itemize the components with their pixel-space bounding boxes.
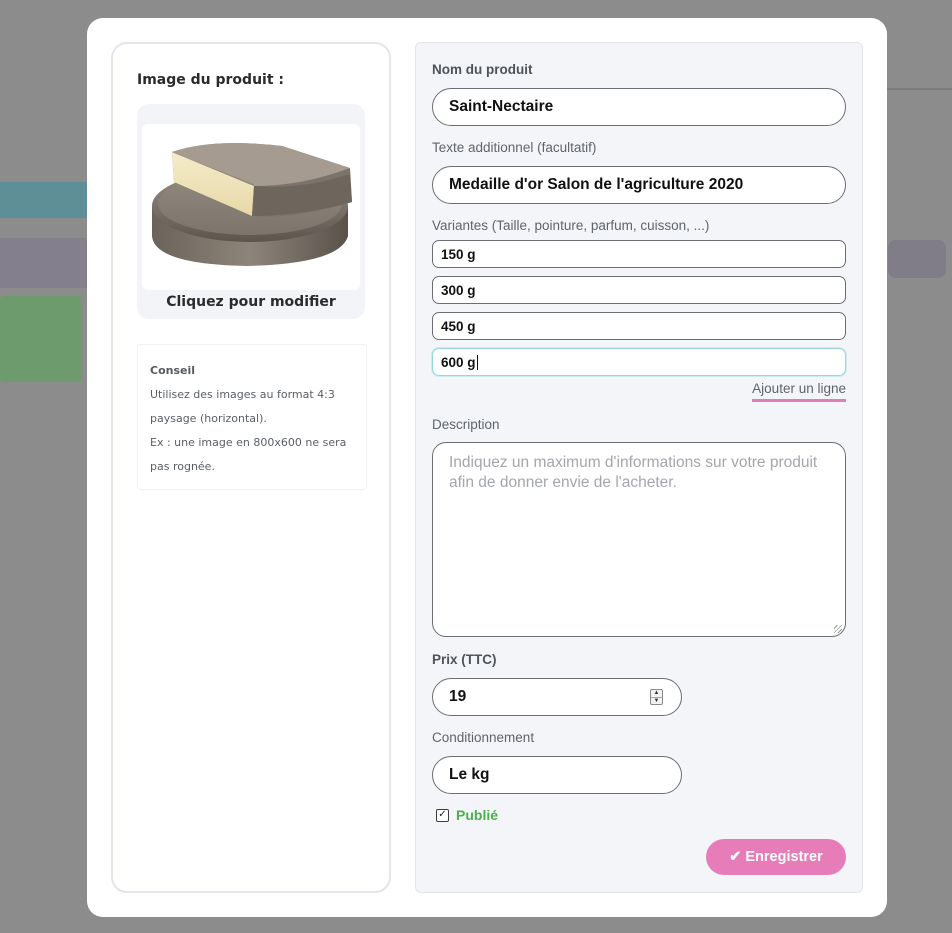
published-label[interactable]: Publié	[456, 807, 498, 823]
variants-label: Variantes (Taille, pointure, parfum, cui…	[432, 218, 710, 233]
backdrop-green-card	[0, 296, 82, 382]
add-variant-line-link[interactable]: Ajouter un ligne	[752, 381, 846, 402]
backdrop-purple-strip	[0, 238, 88, 288]
price-input[interactable]: 19 ▲ ▼	[432, 678, 682, 716]
resize-grip-icon[interactable]	[834, 625, 842, 633]
number-spinner[interactable]: ▲ ▼	[650, 689, 663, 705]
variant-input-4[interactable]: 600 g	[432, 348, 846, 376]
check-icon: ✔	[729, 849, 742, 865]
cheese-image	[152, 143, 352, 266]
tip-line: Utilisez des images au format 4:3	[150, 388, 335, 401]
backdrop-header-edge	[886, 0, 952, 90]
save-button[interactable]: ✔ Enregistrer	[706, 839, 846, 875]
tip-line: Ex : une image en 800x600 ne sera	[150, 436, 347, 449]
product-image[interactable]	[142, 124, 360, 290]
description-placeholder: Indiquez un maximum d'informations sur v…	[449, 454, 818, 491]
edit-product-modal: Image du produit : Cliquez pour modifier…	[87, 18, 887, 917]
variant-input-2[interactable]: 300 g	[432, 276, 846, 304]
tip-line: pas rognée.	[150, 460, 215, 473]
extra-text-label: Texte additionnel (facultatif)	[432, 140, 597, 155]
packaging-label: Conditionnement	[432, 730, 535, 745]
tip-line: paysage (horizontal).	[150, 412, 267, 425]
name-label: Nom du produit	[432, 62, 533, 77]
image-panel: Image du produit : Cliquez pour modifier…	[111, 42, 391, 893]
published-toggle[interactable]: ✓ Publié	[436, 807, 498, 823]
packaging-input[interactable]: Le kg	[432, 756, 682, 794]
text-caret	[476, 354, 478, 370]
published-checkbox[interactable]: ✓	[436, 808, 449, 822]
description-label: Description	[432, 417, 500, 432]
image-edit-caption[interactable]: Cliquez pour modifier	[137, 294, 365, 310]
variant-input-1[interactable]: 150 g	[432, 240, 846, 268]
product-form: Nom du produit Saint-Nectaire Texte addi…	[415, 42, 863, 893]
price-value: 19	[449, 688, 467, 705]
extra-text-input[interactable]: Medaille d'or Salon de l'agriculture 202…	[432, 166, 846, 204]
product-name-input[interactable]: Saint-Nectaire	[432, 88, 846, 126]
description-textarea[interactable]: Indiquez un maximum d'informations sur v…	[432, 442, 846, 637]
price-label: Prix (TTC)	[432, 652, 497, 667]
variant-input-4-value: 600 g	[441, 354, 476, 370]
save-button-label: Enregistrer	[745, 849, 823, 865]
variant-input-3[interactable]: 450 g	[432, 312, 846, 340]
backdrop-chip	[888, 240, 946, 278]
tip-box: Conseil Utilisez des images au format 4:…	[137, 344, 367, 490]
backdrop-teal-strip	[0, 182, 88, 218]
tip-title: Conseil	[150, 364, 196, 377]
image-section-title: Image du produit :	[137, 72, 284, 88]
product-image-picker[interactable]: Cliquez pour modifier	[137, 104, 365, 319]
spinner-down-icon[interactable]: ▼	[651, 696, 662, 705]
